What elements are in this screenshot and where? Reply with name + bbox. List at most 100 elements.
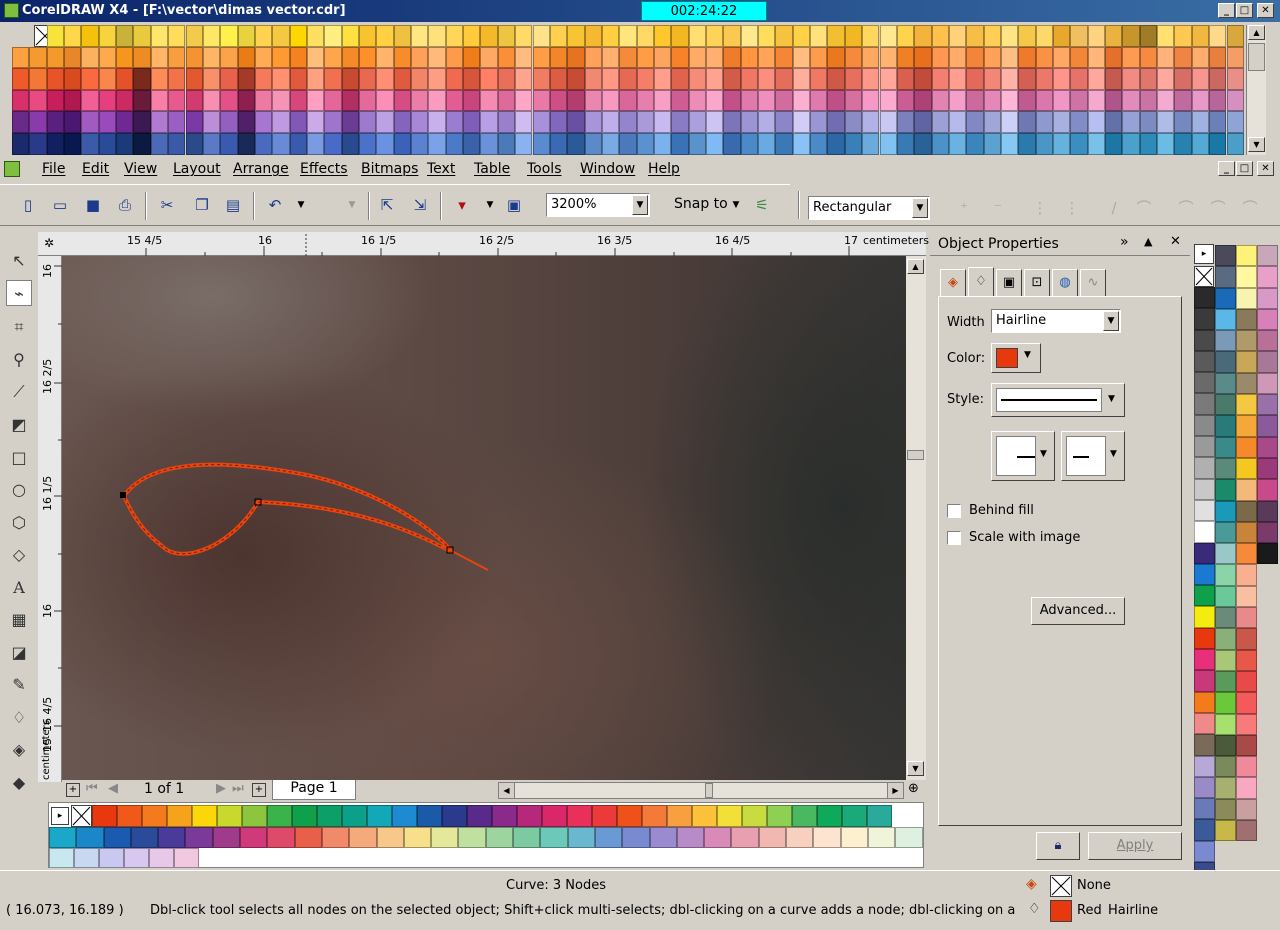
color-swatch[interactable]	[1070, 25, 1088, 47]
color-swatch[interactable]	[653, 111, 672, 133]
color-swatch[interactable]	[497, 133, 516, 155]
color-swatch[interactable]	[1215, 266, 1236, 288]
color-swatch[interactable]	[12, 68, 30, 90]
color-swatch[interactable]	[1257, 521, 1278, 544]
application-launcher-icon[interactable]: ▾	[450, 193, 474, 217]
color-swatch[interactable]	[642, 805, 667, 827]
color-swatch[interactable]	[810, 25, 828, 47]
color-swatch[interactable]	[98, 25, 117, 47]
color-swatch[interactable]	[1070, 68, 1088, 90]
color-swatch[interactable]	[862, 111, 880, 133]
color-swatch[interactable]	[948, 133, 967, 155]
color-swatch[interactable]	[185, 133, 203, 155]
color-swatch[interactable]	[1257, 436, 1278, 458]
color-swatch[interactable]	[1257, 394, 1278, 416]
color-swatch[interactable]	[1226, 46, 1244, 69]
color-swatch[interactable]	[1174, 133, 1192, 155]
color-swatch[interactable]	[417, 805, 442, 827]
menu-bitmaps[interactable]: Bitmaps	[361, 161, 418, 177]
color-swatch[interactable]	[706, 89, 724, 112]
pick-tool-icon[interactable]: ↖	[6, 248, 32, 274]
fill-tab-icon[interactable]: ◈	[940, 269, 966, 297]
color-swatch[interactable]	[1053, 46, 1071, 69]
color-swatch[interactable]	[653, 25, 672, 47]
color-swatch[interactable]	[717, 805, 742, 827]
color-swatch[interactable]	[931, 68, 949, 90]
color-swatch[interactable]	[723, 111, 741, 133]
color-swatch[interactable]	[1236, 820, 1257, 842]
zoom-level-field[interactable]: 3200% ▼	[546, 193, 650, 217]
color-swatch[interactable]	[174, 848, 199, 868]
palette-scrollbar[interactable]: ▲ ▼	[1246, 25, 1266, 155]
color-swatch[interactable]	[64, 133, 82, 155]
color-swatch[interactable]	[584, 68, 602, 90]
color-swatch[interactable]	[567, 89, 585, 112]
horizontal-ruler[interactable]: 15 4/5 16 16 1/5 16 2/5 16 3/5 16 4/5 17…	[38, 232, 929, 256]
color-swatch[interactable]	[1194, 563, 1215, 586]
color-swatch[interactable]	[220, 25, 238, 47]
color-swatch[interactable]	[931, 133, 949, 155]
color-swatch[interactable]	[46, 89, 65, 112]
color-swatch[interactable]	[12, 46, 30, 69]
color-swatch[interactable]	[272, 25, 290, 47]
color-swatch[interactable]	[862, 46, 880, 69]
color-swatch[interactable]	[844, 68, 863, 90]
color-swatch[interactable]	[272, 68, 290, 90]
color-swatch[interactable]	[289, 46, 307, 69]
color-swatch[interactable]	[1194, 457, 1215, 479]
color-swatch[interactable]	[688, 46, 706, 69]
menu-text[interactable]: Text	[427, 161, 455, 177]
scale-with-image-checkbox[interactable]	[947, 531, 961, 545]
paste-icon[interactable]: ▤	[221, 193, 245, 217]
color-swatch[interactable]	[117, 805, 142, 827]
color-swatch[interactable]	[914, 111, 932, 133]
color-swatch[interactable]	[237, 25, 255, 47]
color-swatch[interactable]	[220, 133, 238, 155]
color-swatch[interactable]	[653, 68, 672, 90]
color-swatch[interactable]	[542, 805, 567, 827]
color-swatch[interactable]	[810, 68, 828, 90]
color-swatch[interactable]	[403, 827, 432, 848]
next-page-icon[interactable]: ▶	[216, 781, 226, 796]
color-swatch[interactable]	[393, 89, 412, 112]
start-arrow-picker[interactable]: ▼	[991, 431, 1055, 481]
color-swatch[interactable]	[532, 111, 550, 133]
color-swatch[interactable]	[567, 827, 595, 848]
color-swatch[interactable]	[49, 848, 74, 868]
color-swatch[interactable]	[601, 89, 620, 112]
color-swatch[interactable]	[740, 111, 759, 133]
color-swatch[interactable]	[272, 111, 290, 133]
color-swatch[interactable]	[1226, 89, 1244, 112]
color-swatch[interactable]	[671, 46, 689, 69]
color-swatch[interactable]	[740, 25, 759, 47]
color-swatch[interactable]	[584, 89, 602, 112]
color-swatch[interactable]	[1215, 585, 1236, 608]
color-swatch[interactable]	[1236, 394, 1257, 416]
color-swatch[interactable]	[740, 133, 759, 155]
color-swatch[interactable]	[1226, 68, 1244, 90]
color-swatch[interactable]	[786, 827, 814, 848]
color-swatch[interactable]	[237, 46, 255, 69]
color-swatch[interactable]	[740, 89, 759, 112]
color-swatch[interactable]	[1122, 89, 1140, 112]
color-swatch[interactable]	[619, 111, 637, 133]
color-swatch[interactable]	[948, 89, 967, 112]
color-swatch[interactable]	[428, 68, 446, 90]
color-swatch[interactable]	[1157, 46, 1175, 69]
color-swatch[interactable]	[731, 827, 759, 848]
color-swatch[interactable]	[1215, 351, 1236, 373]
color-swatch[interactable]	[636, 133, 654, 155]
color-swatch[interactable]	[844, 133, 863, 155]
scroll-up-icon[interactable]: ▲	[907, 259, 924, 274]
color-swatch[interactable]	[706, 111, 724, 133]
color-swatch[interactable]	[775, 89, 793, 112]
color-swatch[interactable]	[1174, 68, 1192, 90]
color-swatch[interactable]	[220, 89, 238, 112]
color-swatch[interactable]	[636, 25, 654, 47]
detail-tab-icon[interactable]: ⊡	[1024, 269, 1050, 297]
rectangle-tool-icon[interactable]: □	[6, 445, 32, 471]
color-swatch[interactable]	[688, 133, 706, 155]
color-swatch[interactable]	[758, 89, 776, 112]
interactive-fill-tool-icon[interactable]: ◆	[6, 770, 32, 796]
snap-to-button[interactable]: Snap to	[674, 196, 728, 212]
